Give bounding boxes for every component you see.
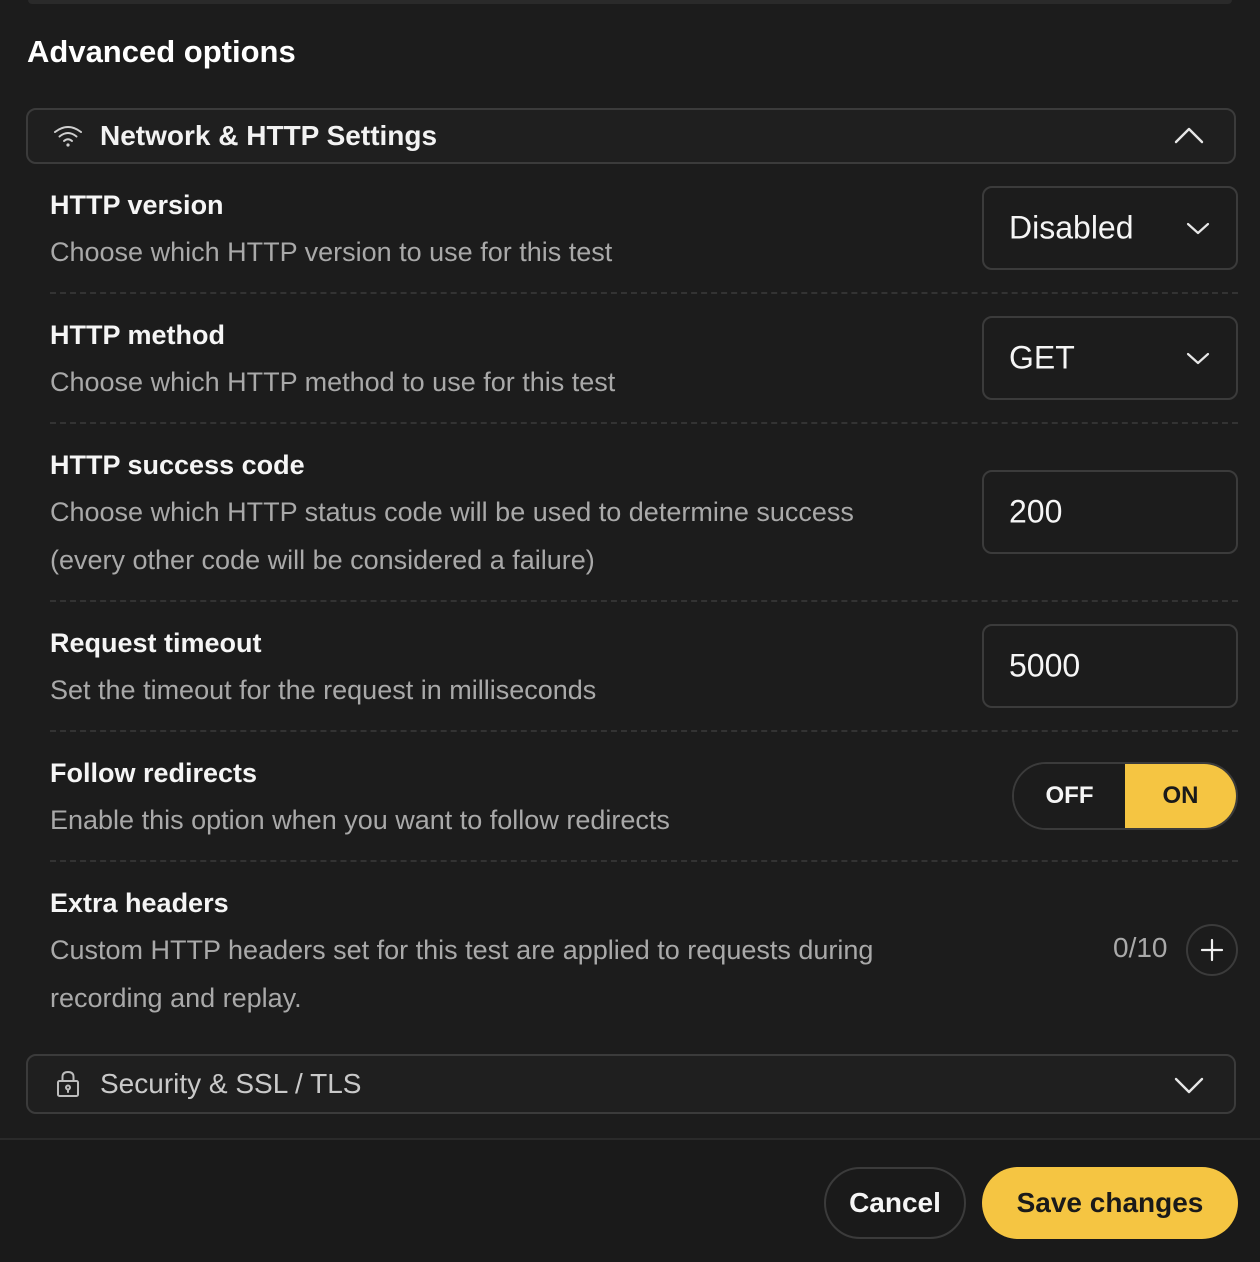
setting-label: Follow redirects [50,758,258,788]
chevron-up-icon[interactable] [1172,119,1206,153]
divider [50,292,1238,294]
select-value: Disabled [1009,209,1134,246]
http-method-select[interactable]: GET [982,316,1238,400]
wifi-icon [52,120,84,152]
http-success-code-input[interactable]: 200 [982,470,1238,554]
security-ssl-tls-accordion[interactable]: Security & SSL / TLS [26,1054,1236,1114]
divider [50,600,1238,602]
accordion-label: Network & HTTP Settings [100,120,438,151]
select-value: GET [1009,339,1075,376]
setting-extra-headers: Extra headers Custom HTTP headers set fo… [50,884,1238,1024]
request-timeout-input[interactable]: 5000 [982,624,1238,708]
toggle-on-option[interactable]: ON [1125,764,1236,828]
setting-description: Set the timeout for the request in milli… [50,675,597,705]
setting-description: Choose which HTTP version to use for thi… [50,237,613,267]
save-changes-button[interactable]: Save changes [982,1167,1238,1239]
setting-description: Enable this option when you want to foll… [50,805,670,835]
network-http-settings-accordion[interactable]: Network & HTTP Settings [26,108,1236,164]
setting-label: Request timeout [50,628,262,658]
http-version-select[interactable]: Disabled [982,186,1238,270]
accordion-label: Security & SSL / TLS [100,1068,362,1099]
divider [50,422,1238,424]
plus-icon [1200,938,1224,962]
follow-redirects-toggle[interactable]: OFF ON [1012,762,1238,830]
setting-label: HTTP version [50,190,224,220]
divider [50,860,1238,862]
chevron-down-icon [1184,344,1212,372]
setting-description: Choose which HTTP method to use for this… [50,367,616,397]
setting-label: HTTP method [50,320,225,350]
headers-count: 0/10 [1113,932,1168,963]
setting-description-line-2: recording and replay. [50,983,302,1013]
setting-label: HTTP success code [50,450,305,480]
setting-label: Extra headers [50,888,229,918]
setting-description-line-2: (every other code will be considered a f… [50,545,595,575]
panel-top-edge [28,0,1232,4]
setting-description-line-1: Custom HTTP headers set for this test ar… [50,935,874,965]
divider [50,730,1238,732]
lock-icon [52,1068,84,1100]
page-title: Advanced options [27,34,296,69]
chevron-down-icon [1184,214,1212,242]
chevron-down-icon[interactable] [1172,1067,1206,1101]
cancel-button[interactable]: Cancel [824,1167,966,1239]
add-header-button[interactable] [1186,924,1238,976]
toggle-off-option[interactable]: OFF [1014,764,1125,828]
input-value: 200 [1009,493,1063,530]
input-value: 5000 [1009,647,1081,684]
setting-description-line-1: Choose which HTTP status code will be us… [50,497,854,527]
